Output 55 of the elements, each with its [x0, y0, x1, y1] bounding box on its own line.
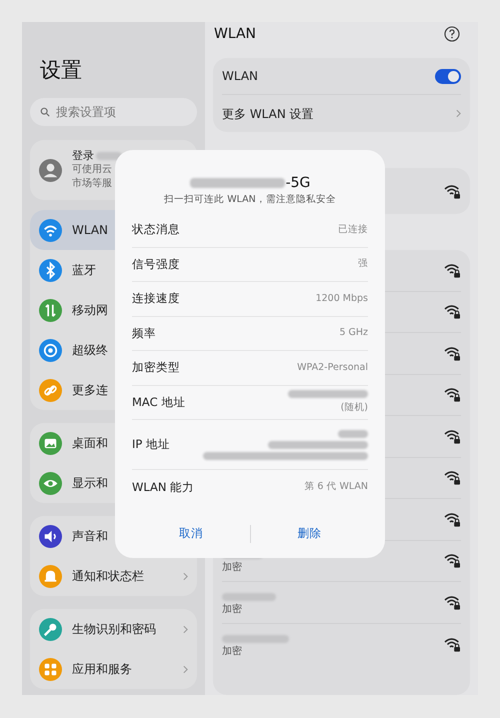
detail-value: WPA2-Personal	[297, 360, 368, 375]
detail-label: 频率	[132, 324, 156, 342]
blurred-text	[338, 430, 368, 438]
chevron-icon	[456, 109, 461, 118]
detail-value: 5 GHz	[339, 326, 368, 340]
sidebar-item[interactable]: 生物识别和密码	[30, 609, 197, 649]
sidebar-item[interactable]: 应用和服务	[30, 649, 197, 689]
network-name: -5G	[286, 174, 310, 192]
wifi-lock-icon	[444, 346, 461, 361]
network-security: 加密	[222, 646, 243, 658]
wifi-lock-icon	[444, 512, 461, 527]
wifi-lock-icon	[444, 636, 461, 652]
detail-value: (随机)	[340, 400, 368, 415]
wifi-lock-icon	[444, 304, 461, 320]
detail-value: 强	[358, 257, 368, 272]
detail-label: WLAN 能力	[132, 478, 194, 496]
chevron-icon	[183, 664, 188, 674]
wifi-lock-icon	[444, 262, 461, 278]
chevron-icon	[183, 572, 188, 580]
blurred-text	[222, 634, 289, 643]
help-icon[interactable]	[444, 26, 460, 42]
wifi-lock-icon	[444, 470, 461, 486]
blurred-text	[96, 152, 122, 160]
blurred-text	[222, 592, 276, 601]
network-security: 加密	[222, 604, 243, 616]
detail-label: 状态消息	[132, 221, 180, 238]
account-description: 可使用云	[72, 163, 113, 177]
detail-value: 已连接	[338, 222, 368, 237]
network-security: 加密	[222, 562, 243, 574]
wifi-lock-icon	[444, 594, 461, 610]
search-field[interactable]: 搜索设置项	[30, 98, 197, 126]
account-description: 市场等服	[72, 177, 113, 191]
chevron-icon	[183, 624, 188, 634]
network-item[interactable]: 加密	[222, 582, 461, 624]
network-item[interactable]: 加密	[222, 624, 461, 665]
sidebar-item[interactable]: 通知和状态栏	[30, 556, 197, 596]
detail-value: 1200 Mbps	[316, 292, 368, 306]
detail-label: 信号强度	[132, 256, 180, 273]
toggle-switch[interactable]	[435, 68, 461, 84]
detail-label: MAC 地址	[132, 394, 186, 411]
detail-value: 第 6 代 WLAN	[304, 480, 368, 494]
search-icon	[40, 107, 50, 117]
detail-label: 连接速度	[132, 290, 180, 308]
setting-label: WLAN	[222, 68, 258, 85]
account-title: 登录	[72, 149, 94, 163]
detail-label: IP 地址	[132, 436, 170, 453]
detail-label: 加密类型	[132, 359, 180, 376]
wifi-lock-icon	[444, 387, 461, 402]
wifi-lock-icon	[444, 553, 461, 568]
wifi-lock-icon	[444, 184, 461, 198]
settings-link[interactable]: 更多 WLAN 设置	[222, 95, 461, 132]
avatar-icon	[39, 158, 62, 182]
wifi-lock-icon	[444, 428, 461, 444]
page-heading: WLAN	[214, 24, 256, 44]
page-title: 设置	[40, 57, 83, 84]
